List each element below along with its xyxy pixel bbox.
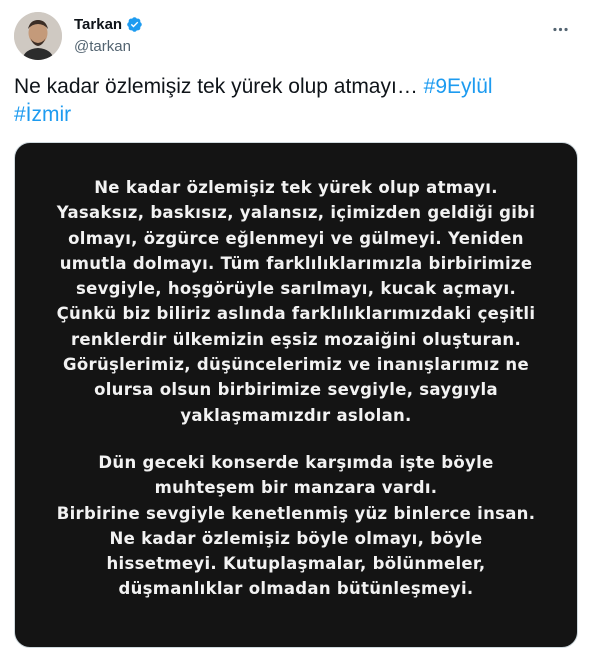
avatar-photo — [14, 12, 62, 60]
media-text-line: Birbirine sevgiyle kenetlenmiş yüz binle… — [56, 503, 536, 523]
display-name[interactable]: Tarkan — [74, 16, 122, 33]
tweet-text: Ne kadar özlemişiz tek yürek olup atmayı… — [14, 73, 574, 129]
tweet-header: Tarkan @tarkan — [14, 10, 577, 60]
media-text-line: Yasaksız, baskısız, yalansız, içimizden … — [56, 203, 536, 223]
media-text-line: olmayı, özgürce eğlenmeyi ve gülmeyi. Ye… — [68, 228, 524, 248]
media-text-line: Görüşlerimiz, düşüncelerimiz ve inanışla… — [63, 355, 529, 375]
media-text-line: yaklaşmamızdır aslolan. — [180, 405, 412, 425]
more-horizontal-icon — [552, 27, 568, 31]
media-text-line: olursa olsun birbirimize sevgiyle, saygı… — [94, 380, 498, 400]
hashtag-9eylul[interactable]: #9Eylül — [424, 75, 493, 98]
media-text-line: muhteşem bir manzara vardı. — [154, 478, 438, 498]
hashtag-izmir[interactable]: #İzmir — [14, 103, 71, 126]
media-text-line: Dün geceki konserde karşımda işte böyle — [98, 452, 494, 472]
media-image-text: Ne kadar özlemişiz tek yürek olup atmayı… — [15, 175, 577, 602]
media-text-line: Çünkü biz biliriz aslında farklılıklarım… — [56, 304, 536, 324]
media-text-line: Ne kadar özlemişiz böyle olmayı, böyle — [109, 528, 483, 548]
media-text-line: renklerdir ülkemizin eşsiz mozaiğini olu… — [70, 329, 522, 349]
author-info: Tarkan @tarkan — [74, 14, 143, 55]
media-text-line: hissetmeyi. Kutuplaşmalar, bölünmeler, — [106, 554, 486, 574]
media-text-line: umutla dolmayı. Tüm farklılıklarımızla b… — [59, 253, 533, 273]
display-name-row: Tarkan — [74, 14, 143, 34]
media-text-line: sevgiyle, hoşgörüyle sarılmayı, kucak aç… — [75, 279, 517, 299]
tweet-text-body: Ne kadar özlemişiz tek yürek olup atmayı… — [14, 75, 418, 98]
more-options-button[interactable] — [543, 12, 577, 46]
media-text-line: Ne kadar özlemişiz tek yürek olup atmayı… — [94, 178, 498, 197]
author-handle[interactable]: @tarkan — [74, 38, 143, 55]
tweet-media-image[interactable]: Ne kadar özlemişiz tek yürek olup atmayı… — [14, 142, 578, 648]
avatar[interactable] — [14, 12, 62, 60]
verified-badge-icon — [127, 16, 142, 32]
media-text-line: düşmanlıklar olmadan bütünleşmeyi. — [118, 579, 474, 599]
tweet: Tarkan @tarkan Ne kadar özlemişiz tek yü… — [0, 0, 591, 656]
